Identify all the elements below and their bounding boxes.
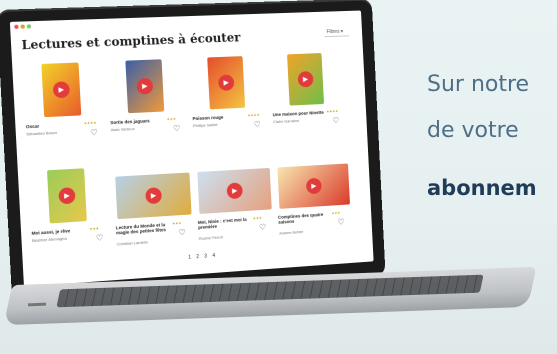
play-icon[interactable]: ▶ [136,77,154,95]
book-cover[interactable]: ▶ [207,56,246,110]
rating-stars: ★★★ [89,226,100,232]
rating-stars: ★★★ [172,221,182,226]
favorite-heart-icon[interactable]: ♡ [173,124,181,133]
book-author: Jeanne Ashbé [278,229,304,236]
favorite-heart-icon[interactable]: ♡ [332,116,339,125]
rating-stars: ★★★ [252,215,263,221]
book-card[interactable]: ▶ Moi, Ninie : c'est moi la première ★★★ Ro… [195,156,278,260]
book-author: Claire Garralon [272,117,300,125]
play-icon[interactable]: ▶ [297,71,314,88]
book-card[interactable]: ▶ Oscar ★★★★ Sébastien Braun ♡ [23,59,111,165]
rating-stars: ★★★★ [247,112,260,118]
book-author: Béatrice Alemagna [31,235,67,244]
book-author: Alain Sérieux [110,126,135,133]
book-card[interactable]: ▶ Moi aussi, je rêve ★★★ Béatrice Alemagna ♡ [28,165,116,272]
page-title: Lectures et comptines à écouter [21,30,241,53]
book-title[interactable]: Lecture du Monde et la magie des petites… [116,222,171,235]
book-author: Christian Lamblin [116,239,149,247]
rating-stars: ★★★★ [83,120,97,126]
play-icon[interactable]: ▶ [58,187,76,205]
book-card[interactable]: ▶ Sortie des jaguars ★★★ Alain Sérieux ♡ [107,56,193,160]
rating-stars: ★★★ [331,210,341,216]
play-icon[interactable]: ▶ [226,182,243,200]
book-cover[interactable]: ▶ [46,168,87,224]
rating-stars: ★★★ [166,116,177,122]
book-cover[interactable]: ▶ [287,53,325,106]
book-author: Sébastien Braun [26,129,58,137]
book-author: Rosine Perrot [198,234,223,242]
book-title[interactable]: Moi, Ninie : c'est moi la première [198,217,251,230]
favorite-heart-icon[interactable]: ♡ [254,120,261,129]
book-title[interactable]: Comptines des quatre saisons [278,212,330,225]
favorite-heart-icon[interactable]: ♡ [96,233,104,243]
play-icon[interactable]: ▶ [145,187,163,205]
laptop-screen-bezel: Lectures et comptines à écouter Filtres … [0,0,386,305]
books-grid: ▶ Oscar ★★★★ Sébastien Braun ♡ ▶ Sortie des ja… [23,50,354,247]
favorite-heart-icon[interactable]: ♡ [178,228,186,237]
favorite-heart-icon[interactable]: ♡ [90,128,98,137]
favorite-heart-icon[interactable]: ♡ [259,223,266,232]
play-icon[interactable]: ▶ [52,81,71,99]
promo-line-2: de votre [427,118,519,143]
book-cover[interactable]: ▶ [197,167,272,214]
filter-dropdown[interactable]: Filtres ▾ [324,28,350,38]
book-cover[interactable]: ▶ [277,163,351,209]
favorite-heart-icon[interactable]: ♡ [337,217,344,226]
window-controls [14,24,32,29]
book-author: Phillipe Saillet [192,121,218,129]
book-card[interactable]: ▶ Lecture du Monde et la magie des petite… [113,160,198,265]
play-icon[interactable]: ▶ [305,177,322,195]
book-card[interactable]: ▶ Poisson rouge ★★★★ Phillipe Saillet ♡ [189,53,272,156]
play-icon[interactable]: ▶ [217,74,235,91]
book-card[interactable]: ▶ Une maison pour Ninette ★★★★ Claire Garra… [270,50,351,152]
promo-line-1: Sur notre [427,72,530,97]
book-cover[interactable]: ▶ [125,59,165,114]
browser-viewport: Lectures et comptines à écouter Filtres … [9,10,374,287]
book-card[interactable]: ▶ Comptines des quatre saisons ★★★ Jeanne A… [275,152,356,255]
book-cover[interactable]: ▶ [41,62,82,118]
rating-stars: ★★★★ [326,109,339,114]
laptop-port [27,302,47,307]
promo-line-3: abonnem [427,176,537,200]
book-cover[interactable]: ▶ [115,172,192,220]
